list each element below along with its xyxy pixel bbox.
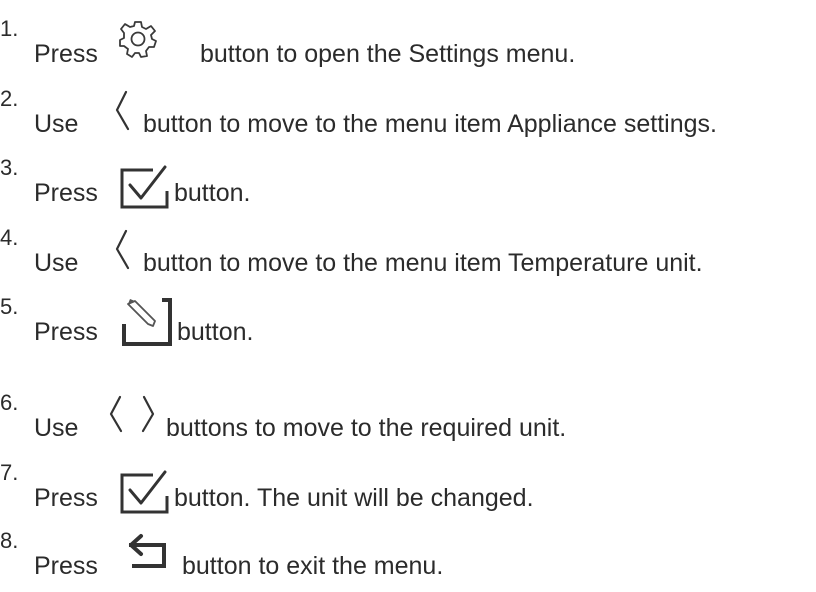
checkbox-icon — [117, 466, 173, 514]
step-number: 3. — [0, 155, 19, 180]
step-number: 6. — [0, 390, 19, 415]
step-number: 1. — [0, 16, 19, 41]
step-text-pre: Press — [34, 179, 98, 207]
step-number: 7. — [0, 460, 19, 485]
chevron-left-right-icon — [100, 392, 164, 436]
step-number: 5. — [0, 294, 19, 319]
chevron-left-icon — [112, 227, 134, 271]
step-number: 4. — [0, 225, 19, 250]
step-text-post: button. The unit will be changed. — [174, 484, 534, 512]
step-text-pre: Press — [34, 40, 98, 68]
step-text-post: button to move to the menu item Applianc… — [143, 110, 717, 138]
step-text-pre: Use — [34, 110, 79, 138]
step-text-post: button to open the Settings menu. — [200, 40, 576, 68]
gear-icon — [118, 20, 158, 58]
step-text-pre: Use — [34, 414, 79, 442]
step-text-pre: Press — [34, 552, 98, 580]
edit-icon — [118, 292, 176, 350]
step-text-pre: Use — [34, 249, 79, 277]
checkbox-icon — [117, 161, 173, 209]
step-text-pre: Press — [34, 484, 98, 512]
step-text-post: buttons to move to the required unit. — [166, 414, 567, 442]
chevron-left-icon — [112, 88, 134, 132]
step-text-post: button. — [177, 318, 254, 346]
step-number: 2. — [0, 86, 19, 111]
step-text-post: button to exit the menu. — [182, 552, 444, 580]
step-text-post: button. — [174, 179, 251, 207]
step-text-post: button to move to the menu item Temperat… — [143, 249, 703, 277]
back-icon — [126, 532, 172, 578]
step-number: 8. — [0, 528, 19, 553]
step-text-pre: Press — [34, 318, 98, 346]
